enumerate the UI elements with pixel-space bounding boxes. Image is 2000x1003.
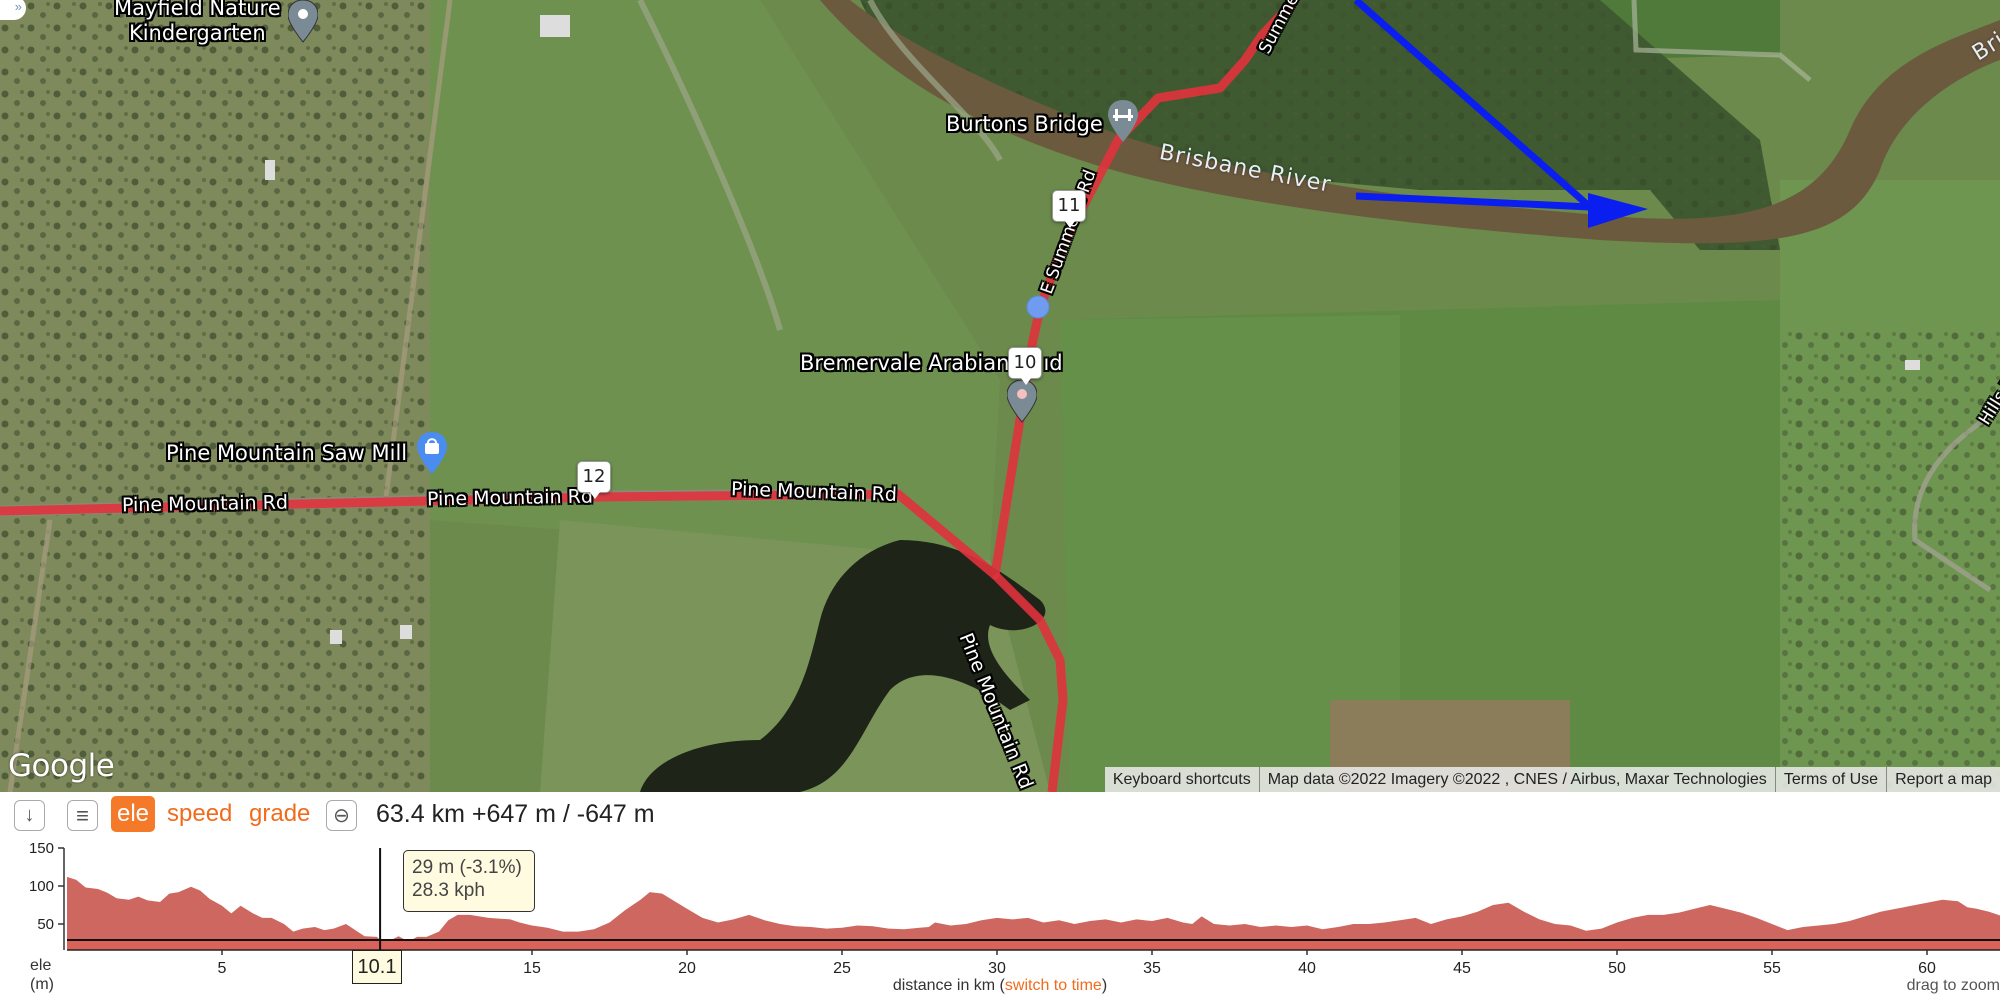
tab-ele[interactable]: ele — [111, 796, 156, 832]
tab-grade[interactable]: grade — [243, 796, 316, 832]
elevation-toolbar: ↓ ≡ ele speed grade ⊖ 63.4 km +647 m / -… — [0, 792, 2000, 840]
route-line — [0, 0, 1299, 580]
x-tick-label: 5 — [218, 960, 227, 977]
switch-to-time-link[interactable]: switch to time — [1005, 977, 1102, 994]
keyboard-shortcuts-link[interactable]: Keyboard shortcuts — [1105, 767, 1259, 792]
poi-label-mayfield[interactable]: Mayfield Nature Kindergarten — [114, 0, 281, 46]
menu-button[interactable]: ≡ — [67, 800, 98, 831]
bridge-icon[interactable] — [1108, 100, 1138, 144]
shopping-bag-icon[interactable] — [417, 432, 447, 476]
y-tick-label: 150 — [29, 840, 54, 857]
waypoint-marker[interactable]: 10 — [1008, 347, 1042, 385]
tab-speed[interactable]: speed — [161, 796, 238, 832]
poi-label-text: Bremervale Arabian — [800, 351, 1010, 375]
cursor-tooltip: 29 m (-3.1%) 28.3 kph — [403, 850, 535, 912]
x-axis-label-text: distance in km — [892, 977, 996, 994]
report-map-error-link[interactable]: Report a map — [1886, 767, 2000, 792]
arrow-down-icon: ↓ — [24, 804, 35, 826]
x-tick-label: 15 — [523, 960, 541, 977]
y-tick-label: 100 — [29, 878, 54, 895]
track-stats: 63.4 km +647 m / -647 m — [376, 800, 655, 828]
waypoint-marker[interactable]: 11 — [1052, 190, 1086, 228]
x-tick-label: 60 — [1918, 960, 1936, 977]
drag-to-zoom-hint: drag to zoom — [1906, 977, 2000, 994]
download-button[interactable]: ↓ — [14, 800, 45, 831]
direction-arrow — [1353, 0, 1648, 228]
x-tick-label: 35 — [1143, 960, 1161, 977]
poi-label-line: Mayfield Nature — [114, 0, 281, 20]
x-tick-label: 55 — [1763, 960, 1781, 977]
poi-label-tail: ıd — [1043, 351, 1063, 375]
waypoint-marker[interactable]: 12 — [577, 461, 611, 499]
map-pin-icon[interactable] — [288, 0, 318, 44]
position-marker — [1026, 295, 1050, 319]
x-tick-label: 50 — [1608, 960, 1626, 977]
poi-label-saw-mill[interactable]: Pine Mountain Saw Mill — [166, 441, 407, 466]
zoom-out-icon: ⊖ — [333, 805, 350, 827]
road-label: Pine Mountain Rd — [426, 485, 594, 511]
map-view[interactable]: Mayfield Nature Kindergarten Burtons Bri… — [0, 0, 2000, 792]
map-attribution-bar: Keyboard shortcuts Map data ©2022 Imager… — [1104, 767, 2000, 792]
x-tick-label: 40 — [1298, 960, 1316, 977]
terms-of-use-link[interactable]: Terms of Use — [1774, 767, 1886, 792]
elevation-baseline-band — [67, 941, 2000, 950]
menu-icon: ≡ — [76, 802, 89, 828]
x-tick-label: 25 — [833, 960, 851, 977]
x-axis-label: distance in km (switch to time) — [892, 977, 1108, 994]
map-pin-icon[interactable] — [1007, 380, 1037, 424]
x-tick-label: 45 — [1453, 960, 1471, 977]
zoom-out-button[interactable]: ⊖ — [326, 800, 357, 831]
x-tick-label: 20 — [678, 960, 696, 977]
poi-label-burtons-bridge[interactable]: Burtons Bridge — [946, 112, 1103, 137]
road-label: Pine Mountain Rd — [121, 491, 289, 517]
map-data-attribution: Map data ©2022 Imagery ©2022 , CNES / Ai… — [1258, 767, 1775, 792]
tooltip-elevation: 29 m (-3.1%) — [412, 857, 522, 878]
tooltip-speed: 28.3 kph — [412, 880, 485, 901]
y-axis-label-name: ele — [30, 957, 52, 974]
google-logo: Google — [8, 748, 115, 784]
x-tick-label: 30 — [988, 960, 1006, 977]
y-tick-label: 50 — [37, 916, 54, 933]
poi-label-line: Kindergarten — [128, 21, 266, 45]
